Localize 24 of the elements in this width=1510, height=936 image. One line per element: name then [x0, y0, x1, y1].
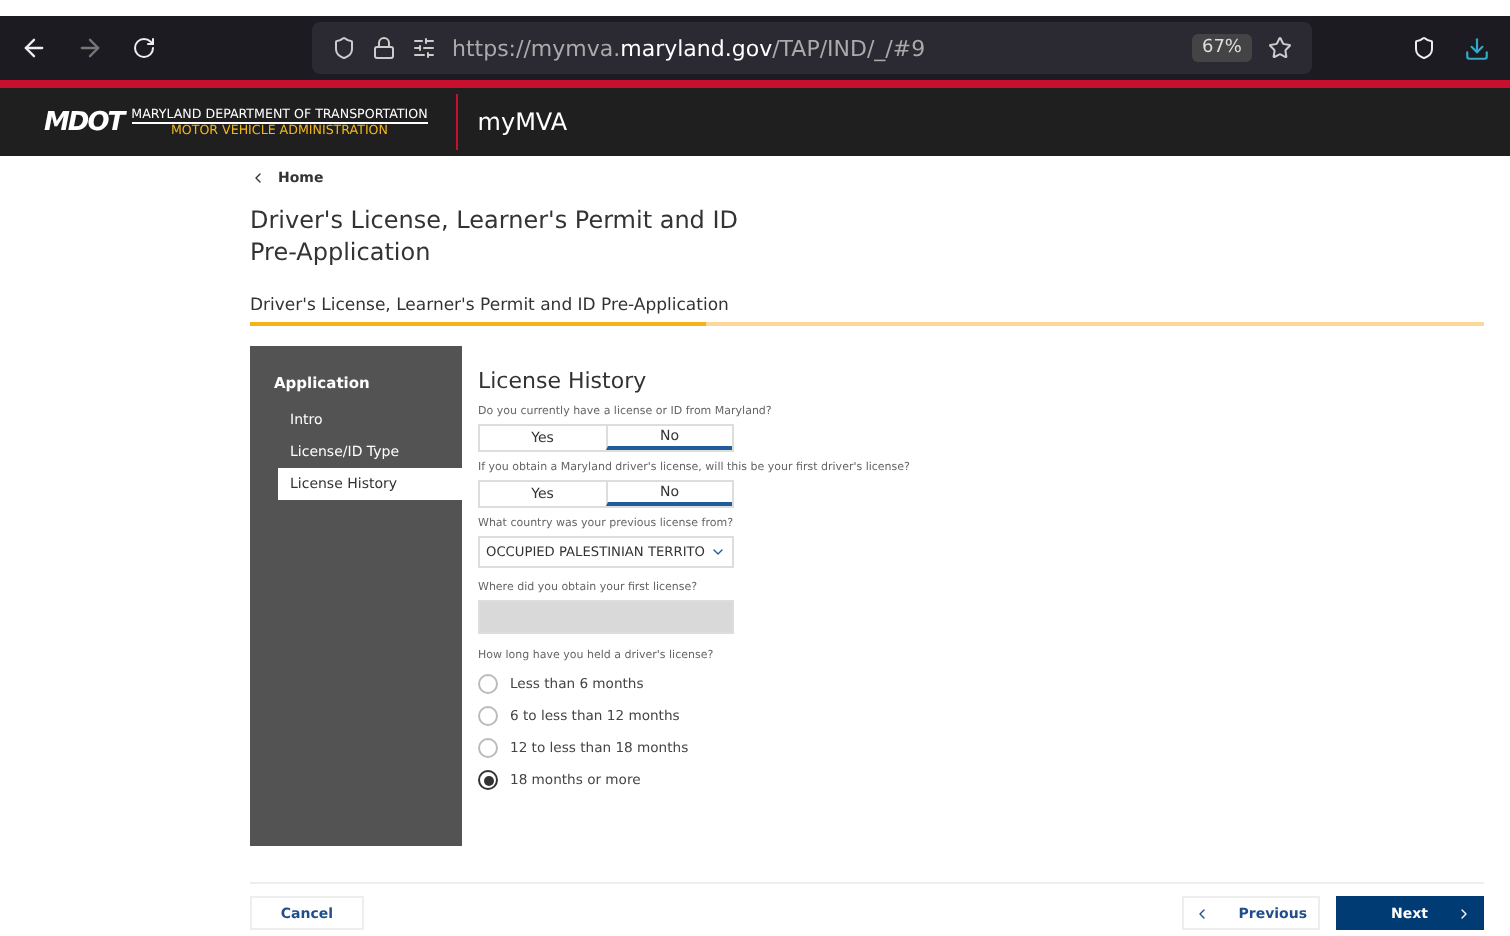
app-name[interactable]: myMVA: [477, 108, 568, 136]
chevron-left-icon: [250, 170, 266, 186]
download-icon[interactable]: [1464, 35, 1490, 61]
reload-icon[interactable]: [132, 36, 156, 60]
logo[interactable]: MDOT: [44, 107, 124, 137]
zoom-level[interactable]: 67%: [1191, 34, 1252, 62]
radio-button[interactable]: [478, 674, 498, 694]
forward-icon[interactable]: [76, 34, 104, 62]
pocket-icon[interactable]: [1412, 36, 1436, 60]
radio-button[interactable]: [478, 706, 498, 726]
radio-button[interactable]: [478, 770, 498, 790]
chevron-down-icon: [710, 544, 726, 560]
url-text: https://mymva.maryland.gov/TAP/IND/_/#9: [452, 35, 928, 61]
bookmark-star-icon[interactable]: [1268, 36, 1292, 60]
address-bar[interactable]: https://mymva.maryland.gov/TAP/IND/_/#9 67%: [312, 22, 1312, 74]
section-title: Driver's License, Learner's Permit and ID Pre-Application: [250, 296, 731, 320]
radio-button[interactable]: [478, 738, 498, 758]
permissions-icon[interactable]: [412, 36, 436, 60]
form-heading: License History: [478, 368, 649, 394]
chevron-right-icon: [1456, 905, 1472, 921]
page-title: Driver's License, Learner's Permit and ID Pre-Application: [250, 204, 741, 268]
back-icon[interactable]: [20, 34, 48, 62]
lock-icon[interactable]: [372, 36, 396, 60]
shield-icon[interactable]: [332, 36, 356, 60]
